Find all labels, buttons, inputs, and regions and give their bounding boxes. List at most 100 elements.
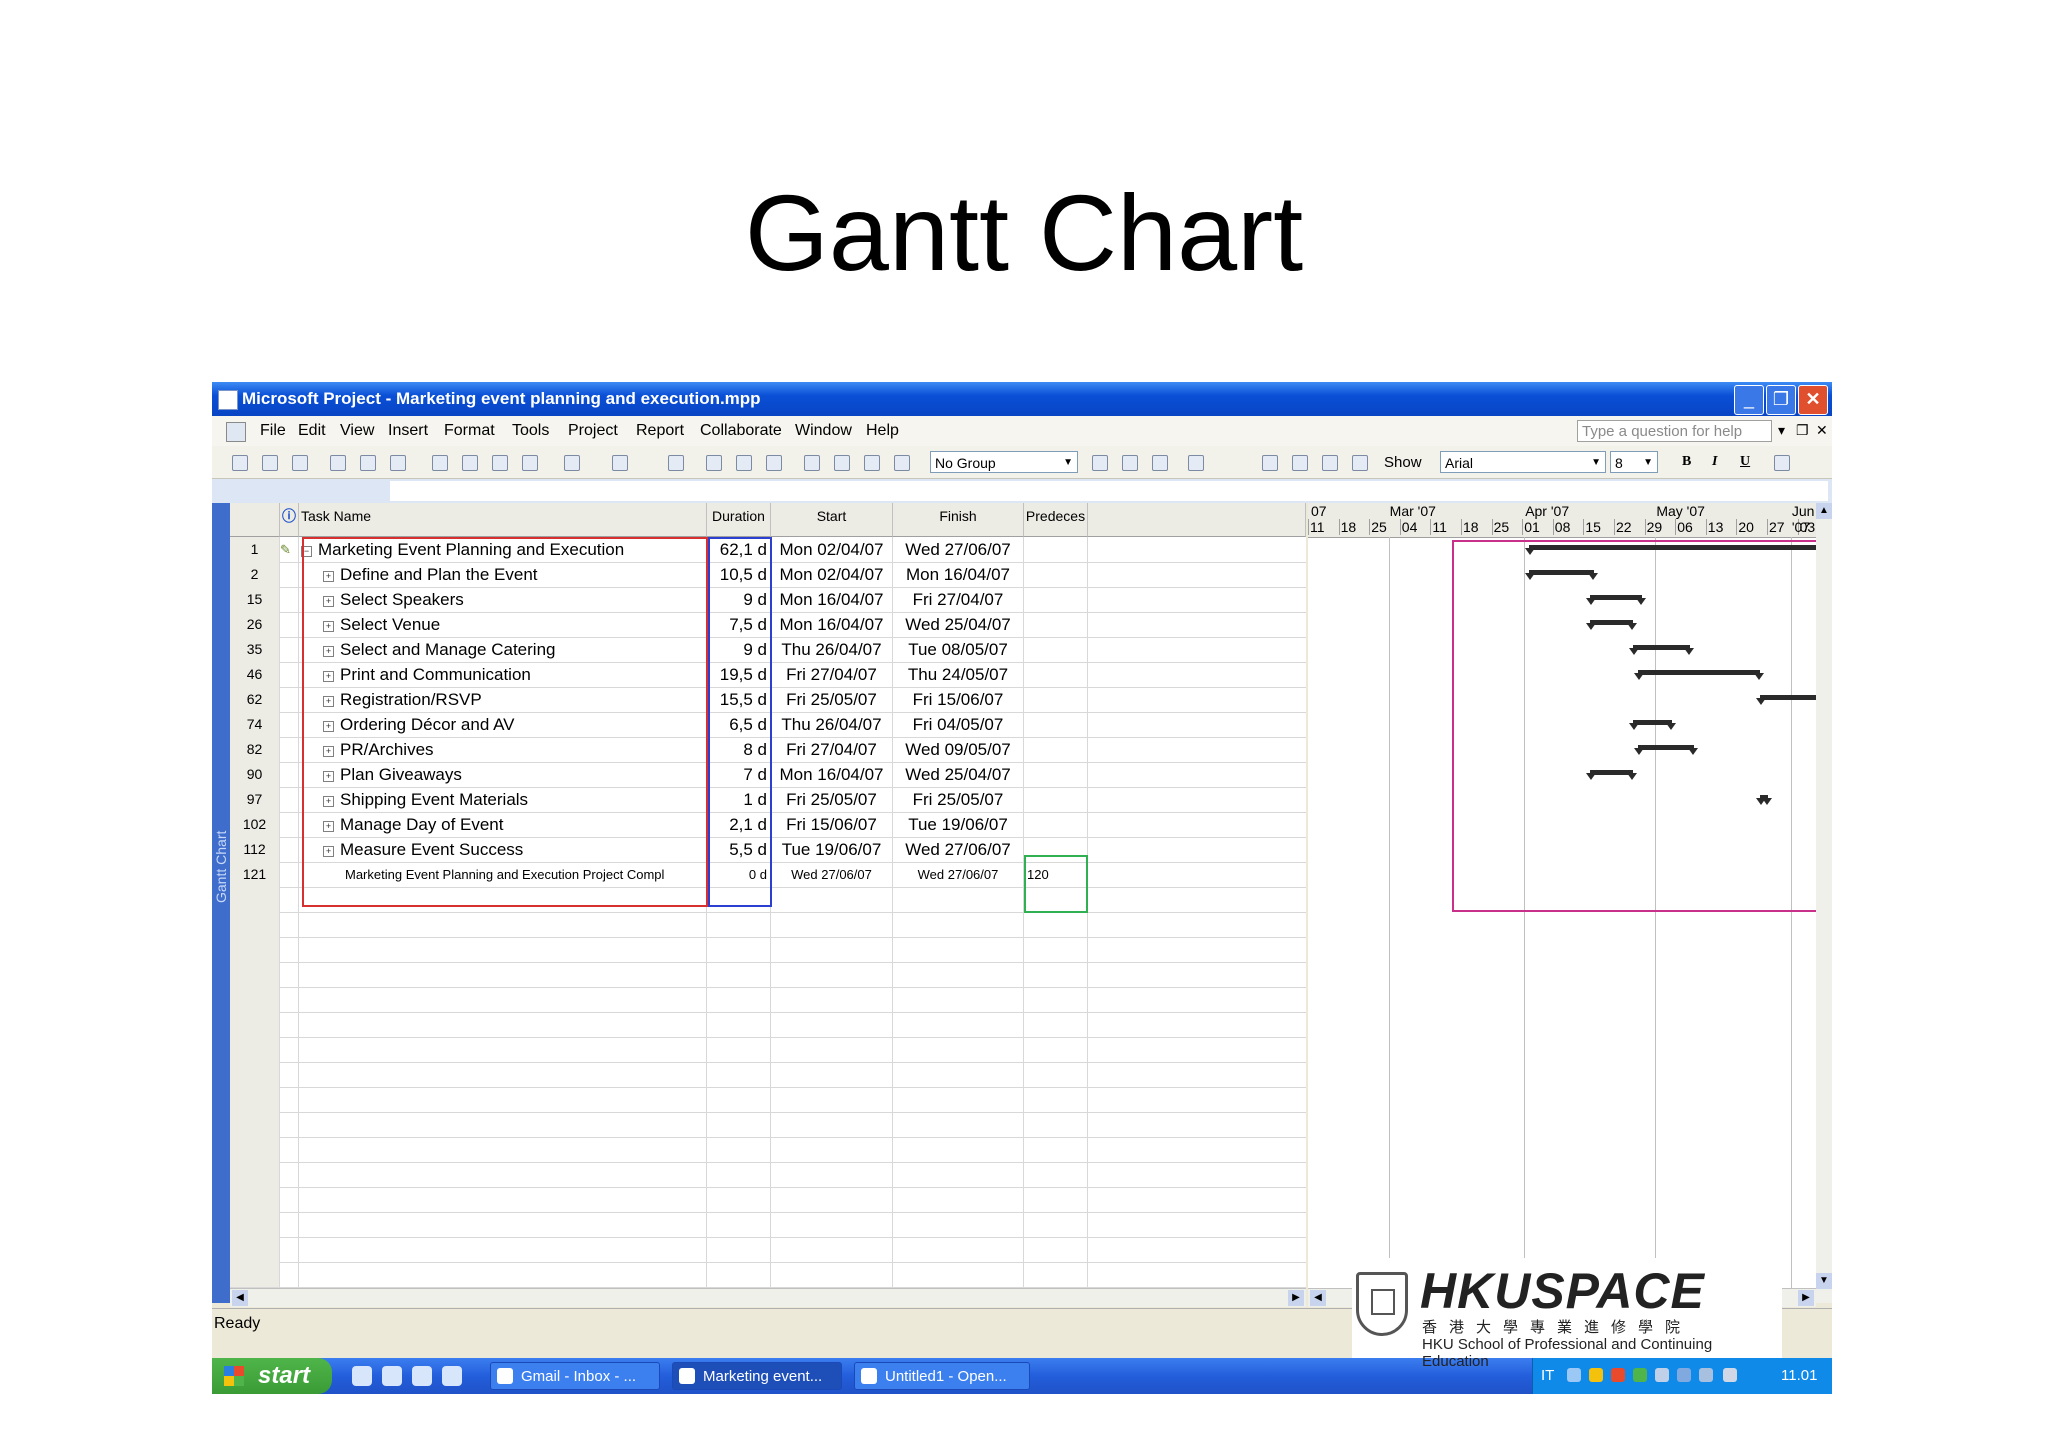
task-id[interactable] [230, 1187, 280, 1212]
task-duration[interactable] [707, 937, 771, 962]
underline-button[interactable]: U [1740, 454, 1750, 470]
table-horizontal-scrollbar[interactable]: ◀ ▶ [230, 1288, 1306, 1307]
expand-icon[interactable]: + [323, 721, 334, 732]
task-name[interactable] [299, 887, 707, 912]
italic-button[interactable]: I [1712, 454, 1717, 470]
task-duration[interactable] [707, 1237, 771, 1262]
filter-icon[interactable] [1774, 455, 1790, 471]
expand-icon[interactable]: + [323, 796, 334, 807]
task-notes-icon[interactable] [834, 455, 850, 471]
task-predecessors[interactable] [1024, 687, 1088, 712]
minimize-button[interactable]: _ [1734, 385, 1764, 415]
hide-subtasks-icon[interactable] [1352, 455, 1368, 471]
media-icon[interactable] [412, 1366, 432, 1386]
open-icon[interactable] [262, 455, 278, 471]
explorer-icon[interactable] [382, 1366, 402, 1386]
show-button[interactable]: Show [1384, 454, 1422, 471]
scroll-to-task-icon[interactable] [1152, 455, 1168, 471]
task-indicator[interactable] [280, 812, 299, 837]
task-predecessors[interactable] [1024, 762, 1088, 787]
task-predecessors[interactable] [1024, 1062, 1088, 1087]
scroll-right-icon[interactable]: ▶ [1288, 1290, 1304, 1306]
task-duration[interactable]: 7 d [707, 762, 771, 787]
task-predecessors[interactable] [1024, 937, 1088, 962]
task-id[interactable] [230, 1087, 280, 1112]
task-duration[interactable]: 19,5 d [707, 662, 771, 687]
task-id[interactable]: 2 [230, 562, 280, 587]
task-finish[interactable]: Mon 16/04/07 [893, 562, 1024, 587]
task-duration[interactable] [707, 1087, 771, 1112]
task-start[interactable] [771, 1187, 893, 1212]
task-start[interactable]: Fri 27/04/07 [771, 662, 893, 687]
task-start[interactable] [771, 1112, 893, 1137]
task-indicator[interactable] [280, 662, 299, 687]
table-row[interactable]: 15 + Select Speakers 9 d Mon 16/04/07 Fri 27/… [230, 587, 1306, 613]
task-finish[interactable]: Tue 19/06/07 [893, 812, 1024, 837]
task-duration[interactable]: 6,5 d [707, 712, 771, 737]
task-indicator[interactable] [280, 912, 299, 937]
task-finish[interactable]: Wed 27/06/07 [893, 537, 1024, 562]
font-select[interactable]: Arial ▼ [1440, 451, 1606, 473]
task-name[interactable] [299, 1162, 707, 1187]
menu-edit[interactable]: Edit [298, 422, 326, 440]
task-finish[interactable] [893, 987, 1024, 1012]
task-name[interactable] [299, 987, 707, 1012]
task-finish[interactable] [893, 912, 1024, 937]
task-duration[interactable] [707, 1137, 771, 1162]
task-name[interactable] [299, 1262, 707, 1287]
menu-insert[interactable]: Insert [388, 422, 428, 440]
task-indicator[interactable] [280, 987, 299, 1012]
task-id[interactable] [230, 962, 280, 987]
task-duration[interactable]: 2,1 d [707, 812, 771, 837]
task-bar[interactable] [1585, 595, 1646, 605]
collapse-icon[interactable]: − [301, 546, 312, 557]
task-indicator[interactable] [280, 1037, 299, 1062]
task-finish[interactable] [893, 1037, 1024, 1062]
task-name[interactable]: + Registration/RSVP [299, 687, 707, 712]
task-id[interactable]: 82 [230, 737, 280, 762]
task-bar[interactable] [1585, 770, 1638, 780]
task-bar[interactable] [1629, 645, 1695, 655]
task-predecessors[interactable] [1024, 737, 1088, 762]
table-row[interactable] [230, 1062, 1306, 1088]
task-id[interactable] [230, 1237, 280, 1262]
task-duration[interactable] [707, 987, 771, 1012]
task-finish[interactable]: Tue 08/05/07 [893, 637, 1024, 662]
task-finish[interactable] [893, 1012, 1024, 1037]
task-predecessors[interactable] [1024, 1262, 1088, 1287]
task-start[interactable] [771, 912, 893, 937]
close-button[interactable]: ✕ [1798, 385, 1828, 415]
table-row[interactable]: 74 + Ordering Décor and AV 6,5 d Thu 26/04/0… [230, 712, 1306, 738]
help-search-input[interactable]: Type a question for help [1577, 420, 1772, 442]
task-duration[interactable] [707, 1112, 771, 1137]
task-id[interactable]: 26 [230, 612, 280, 637]
task-predecessors[interactable] [1024, 662, 1088, 687]
task-predecessors[interactable] [1024, 1037, 1088, 1062]
task-finish[interactable]: Fri 27/04/07 [893, 587, 1024, 612]
table-row[interactable] [230, 1037, 1306, 1063]
bold-button[interactable]: B [1682, 454, 1691, 470]
task-id[interactable] [230, 887, 280, 912]
task-start[interactable]: Mon 02/04/07 [771, 562, 893, 587]
print-preview-icon[interactable] [360, 455, 376, 471]
task-predecessors[interactable] [1024, 1087, 1088, 1112]
publish-icon[interactable] [894, 455, 910, 471]
task-finish[interactable] [893, 1262, 1024, 1287]
task-indicator[interactable] [280, 1012, 299, 1037]
print-icon[interactable] [330, 455, 346, 471]
task-bar[interactable] [1629, 720, 1677, 730]
task-id[interactable]: 46 [230, 662, 280, 687]
task-indicator[interactable] [280, 562, 299, 587]
task-id[interactable] [230, 1112, 280, 1137]
task-name[interactable]: + PR/Archives [299, 737, 707, 762]
task-predecessors[interactable] [1024, 787, 1088, 812]
task-start[interactable] [771, 1037, 893, 1062]
task-finish[interactable] [893, 1087, 1024, 1112]
paste-icon[interactable] [492, 455, 508, 471]
task-start[interactable] [771, 987, 893, 1012]
task-finish[interactable] [893, 1212, 1024, 1237]
task-predecessors[interactable] [1024, 1112, 1088, 1137]
table-row[interactable]: 46 + Print and Communication 19,5 d Fri 27/0… [230, 662, 1306, 688]
scroll-right-icon[interactable]: ▶ [1798, 1290, 1814, 1306]
table-row[interactable]: 82 + PR/Archives 8 d Fri 27/04/07 Wed 09/05/0… [230, 737, 1306, 763]
